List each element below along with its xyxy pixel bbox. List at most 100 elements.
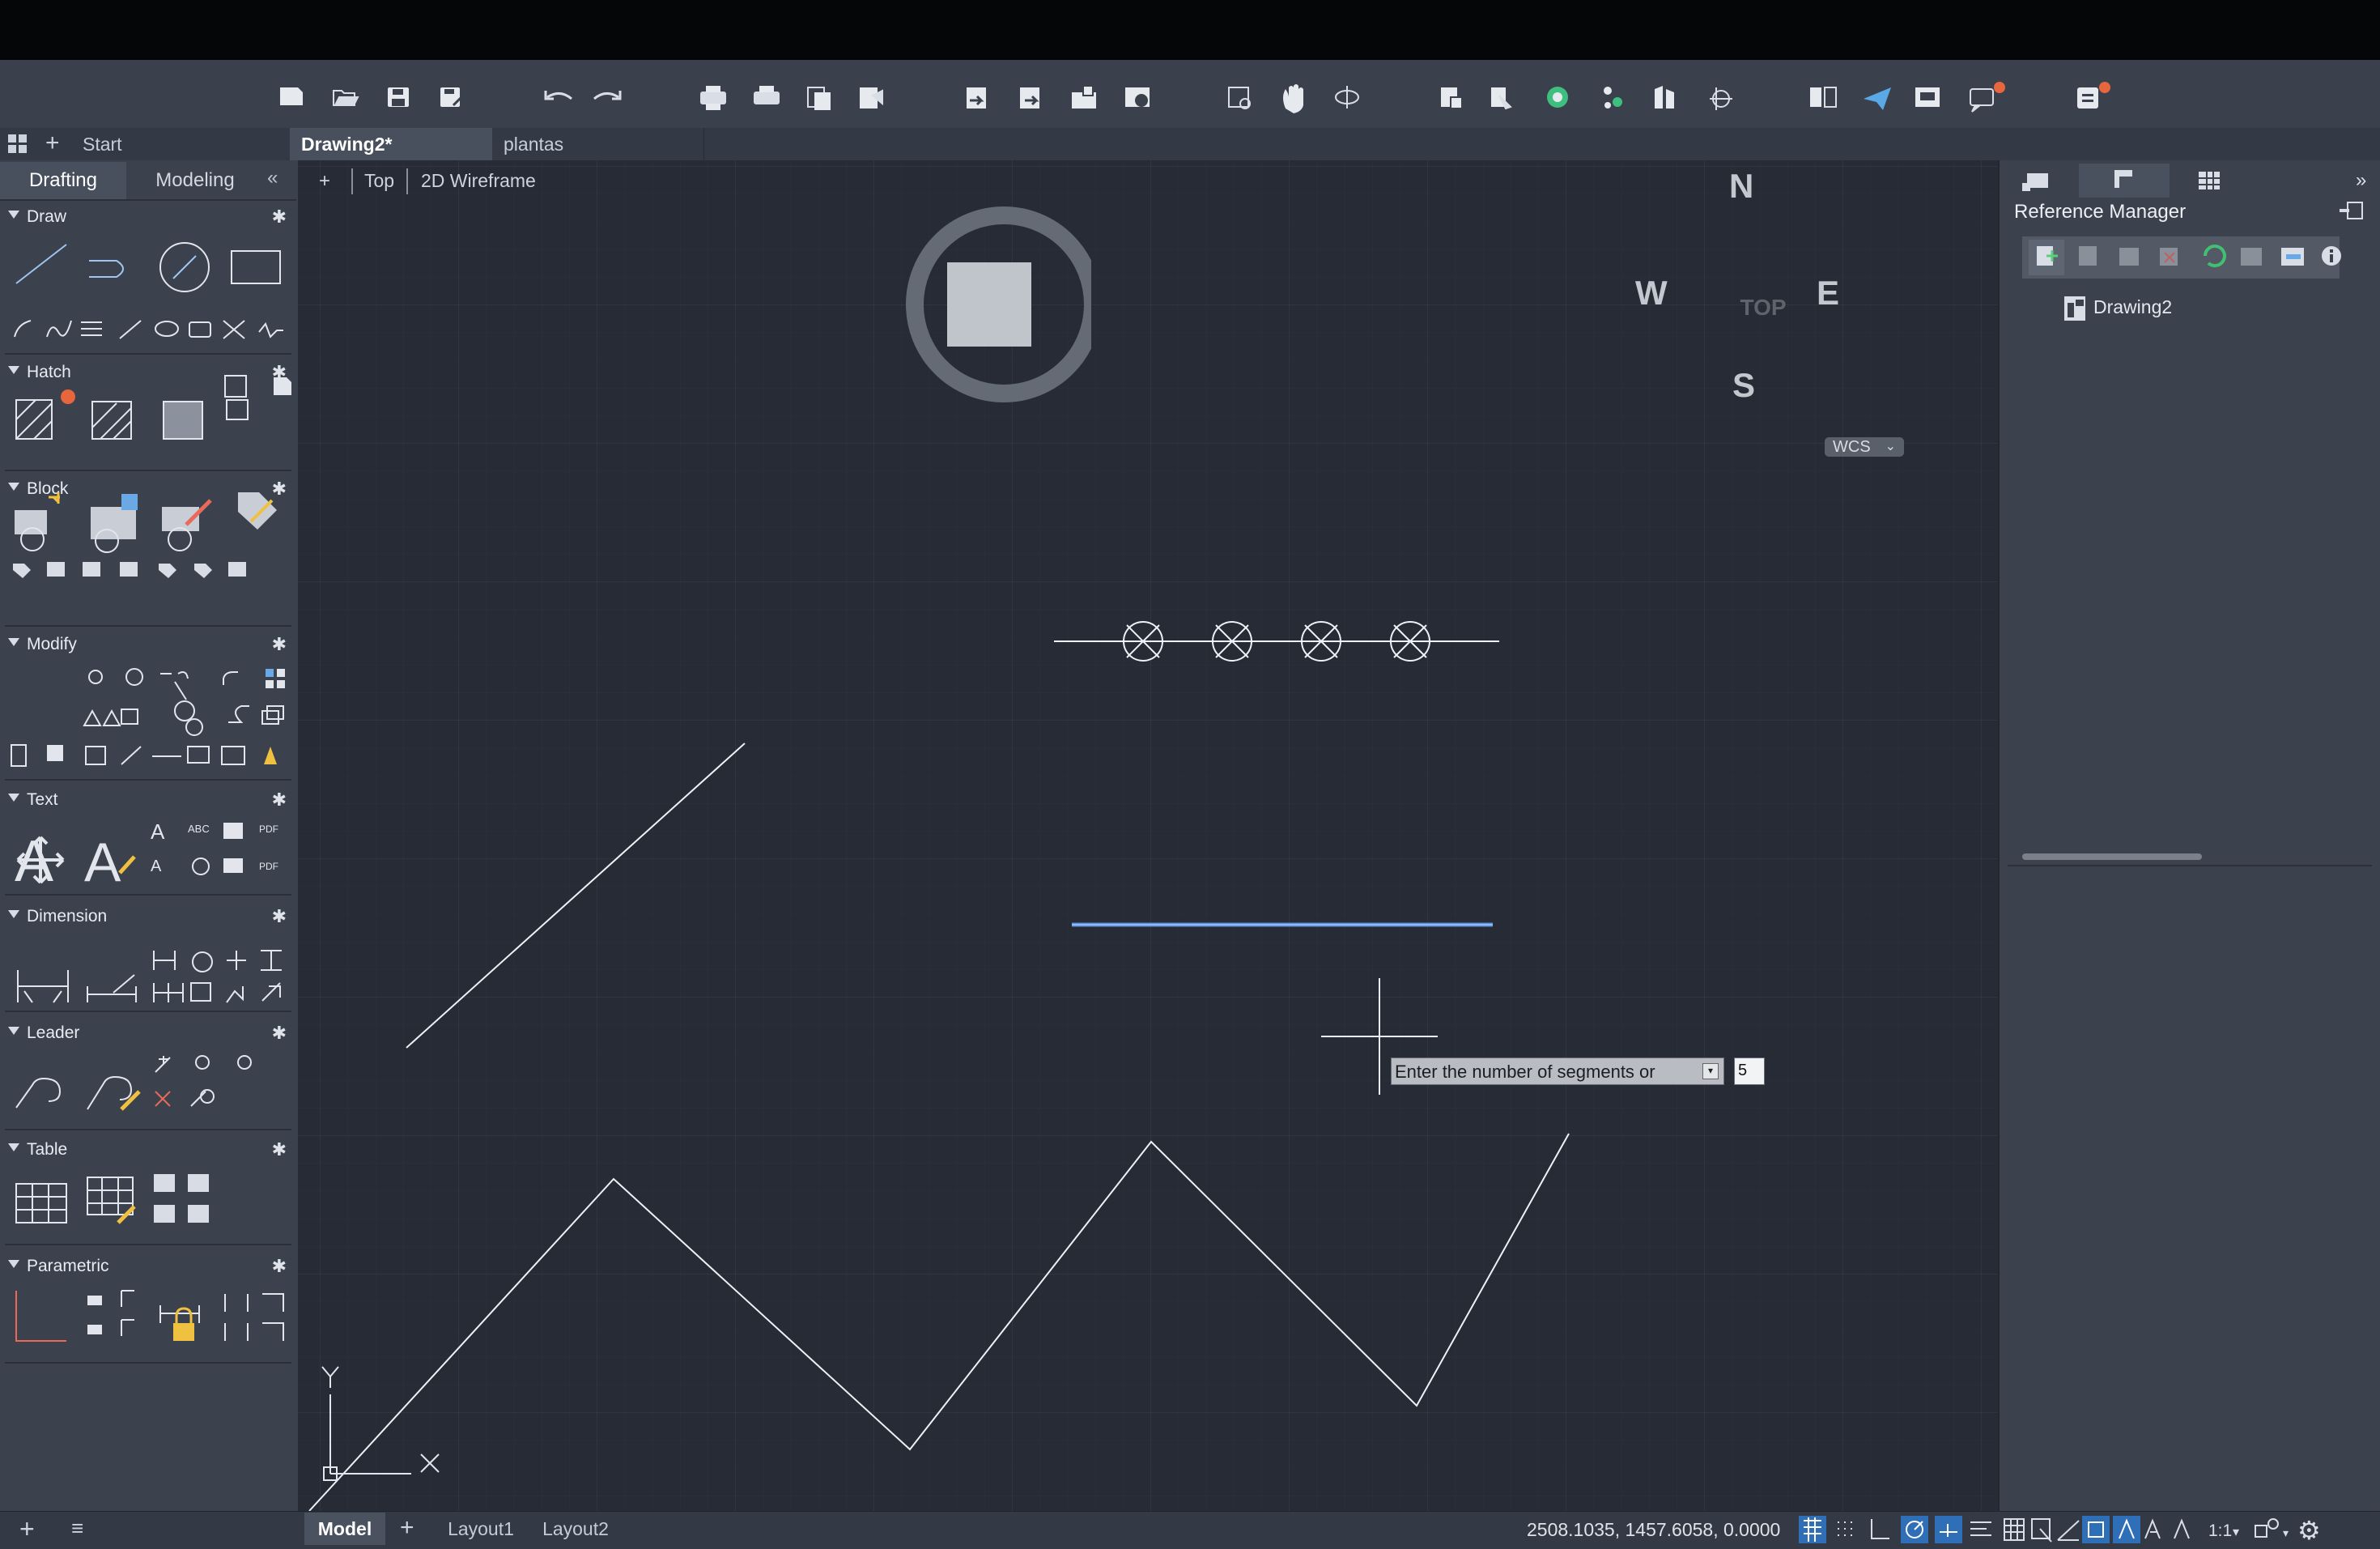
table-edit-icon[interactable] (87, 1177, 136, 1224)
base-point-icon[interactable] (120, 562, 138, 577)
add-icon[interactable]: + (19, 1514, 35, 1544)
stretch-tool-icon[interactable] (121, 709, 138, 725)
isodraft-toggle-icon[interactable] (1935, 1516, 1962, 1543)
boundary-tool-icon[interactable] (163, 401, 203, 440)
scissors-icon[interactable] (174, 700, 195, 721)
viewcube[interactable] (906, 206, 1091, 444)
notifications-icon[interactable] (1970, 82, 2005, 113)
block-editor-icon[interactable] (47, 562, 65, 577)
segments-input[interactable]: 5 (1734, 1057, 1765, 1085)
viewcube-east[interactable]: E (1817, 274, 1839, 313)
geometric-constraint-icon[interactable] (15, 1291, 66, 1342)
dynamic-ucs-icon[interactable] (2082, 1516, 2110, 1543)
batch-plot-icon[interactable] (754, 86, 780, 104)
command-line-icon[interactable]: ≡ (71, 1516, 83, 1541)
mline-tool-icon[interactable] (81, 321, 102, 336)
auto-scale-icon[interactable] (2144, 1518, 2161, 1539)
open-folder-icon[interactable] (2281, 248, 2304, 266)
line-tool-icon[interactable] (15, 244, 67, 284)
viewcube-west[interactable]: W (1635, 274, 1668, 313)
manage-attributes-icon[interactable] (159, 564, 176, 578)
single-line-text-icon[interactable]: A (84, 832, 121, 893)
rotate-tool-icon[interactable] (125, 668, 143, 686)
layer-match-icon[interactable] (1491, 87, 1512, 110)
scale-label[interactable]: 1:1 (2208, 1521, 2232, 1540)
viewcube-top-face[interactable]: TOP (1721, 266, 1805, 350)
transparency-toggle-icon[interactable] (2004, 1518, 2025, 1541)
import-icon[interactable] (967, 87, 986, 109)
dimension-tool-icons[interactable] (153, 950, 282, 1003)
layer-properties-icon[interactable] (1441, 87, 1463, 109)
viewcube-south[interactable]: S (1732, 366, 1755, 405)
attribute-icon[interactable] (238, 492, 277, 530)
unload-icon[interactable] (2160, 248, 2178, 266)
publish-icon[interactable] (860, 87, 883, 109)
workspace-switch-icon[interactable] (2255, 1518, 2279, 1538)
export-icon[interactable] (1020, 87, 1039, 109)
multileader-icon[interactable] (15, 1077, 62, 1109)
text-tool-icons[interactable]: A ABC PDF A PDF (151, 819, 278, 875)
table-view-icon[interactable] (2199, 172, 2220, 189)
zoom-window-icon[interactable] (1228, 87, 1251, 109)
snap-toggle-icon[interactable] (1838, 1521, 1852, 1536)
reload-icon[interactable] (2119, 248, 2139, 266)
app-menu-icon[interactable] (2077, 82, 2110, 109)
undo-icon[interactable] (544, 91, 572, 100)
settings-gear-icon[interactable]: ⚙ (2297, 1516, 2321, 1545)
horizontal-scrollbar[interactable] (2022, 853, 2202, 860)
polar-toggle-icon[interactable] (1901, 1516, 1928, 1543)
rectangle-tool-icon[interactable] (231, 250, 281, 284)
bind-icon[interactable] (2241, 248, 2262, 266)
linear-dimension-icon[interactable] (17, 970, 69, 1003)
measure-icon[interactable] (1655, 86, 1674, 109)
view-name[interactable]: Top (364, 170, 394, 192)
save-icon[interactable] (388, 87, 409, 107)
save-as-icon[interactable] (440, 87, 465, 107)
mirror-tool-icon[interactable] (83, 709, 121, 726)
wipeout-tool-icon[interactable] (274, 377, 291, 395)
leader-tool-icons[interactable] (155, 1055, 252, 1107)
references-icon[interactable] (2114, 170, 2134, 189)
send-icon[interactable] (1864, 87, 1891, 110)
annotation-scale-icon[interactable] (2174, 1518, 2190, 1539)
page-setup-icon[interactable] (807, 87, 831, 110)
new-icon[interactable] (280, 87, 303, 105)
array-tool-icon[interactable] (266, 669, 274, 677)
grid-menu-icon[interactable] (6, 133, 29, 155)
region-tool-icon[interactable] (224, 375, 247, 398)
viewcube-north[interactable]: N (1729, 167, 1753, 206)
compass-ring[interactable] (848, 168, 1091, 428)
hatch-edit-icon[interactable] (226, 399, 249, 420)
orbit-icon[interactable] (1335, 86, 1359, 109)
offset-tool-icon[interactable] (228, 705, 249, 723)
sync-attributes-icon[interactable] (194, 564, 212, 578)
dock-panel-icon[interactable] (2340, 202, 2363, 219)
arc-tool-icon[interactable] (14, 320, 32, 338)
write-block-icon[interactable] (83, 562, 100, 577)
add-layout-icon[interactable]: + (400, 1514, 414, 1542)
xline-tool-icon[interactable] (223, 320, 245, 339)
tab-layout2[interactable]: Layout2 (531, 1513, 620, 1545)
fillet-tool-icon[interactable] (223, 671, 238, 685)
pan-icon[interactable] (1283, 84, 1303, 113)
trim-tool-icon[interactable] (160, 671, 189, 700)
ellipse-tool-icon[interactable] (155, 321, 179, 337)
copy-tool-icon[interactable] (88, 670, 103, 684)
quick-dimension-icon[interactable] (87, 974, 137, 1002)
polyline-tool-icon[interactable] (89, 260, 124, 278)
prompt-options-chevron-icon[interactable]: ▾ (1702, 1063, 1719, 1079)
viewport-controls[interactable]: + (319, 170, 330, 193)
point-cloud-icon[interactable] (1604, 87, 1622, 109)
block-palette-icon[interactable] (228, 562, 246, 577)
insert-block-icon[interactable] (91, 494, 138, 553)
tab-layout1[interactable]: Layout1 (437, 1513, 525, 1545)
detach-icon[interactable] (2079, 246, 2097, 266)
properties-icon[interactable] (2022, 173, 2048, 191)
tree-item-drawing2[interactable]: Drawing2 (2093, 296, 2172, 318)
tab-drawing2[interactable]: Drawing2* (290, 128, 492, 160)
3d-osnap-icon[interactable] (2057, 1520, 2080, 1541)
grid-toggle-icon[interactable] (1799, 1516, 1826, 1543)
tab-start[interactable]: Start (71, 128, 290, 160)
selection-cycling-icon[interactable] (2031, 1518, 2052, 1543)
visual-style[interactable]: 2D Wireframe (421, 170, 536, 192)
